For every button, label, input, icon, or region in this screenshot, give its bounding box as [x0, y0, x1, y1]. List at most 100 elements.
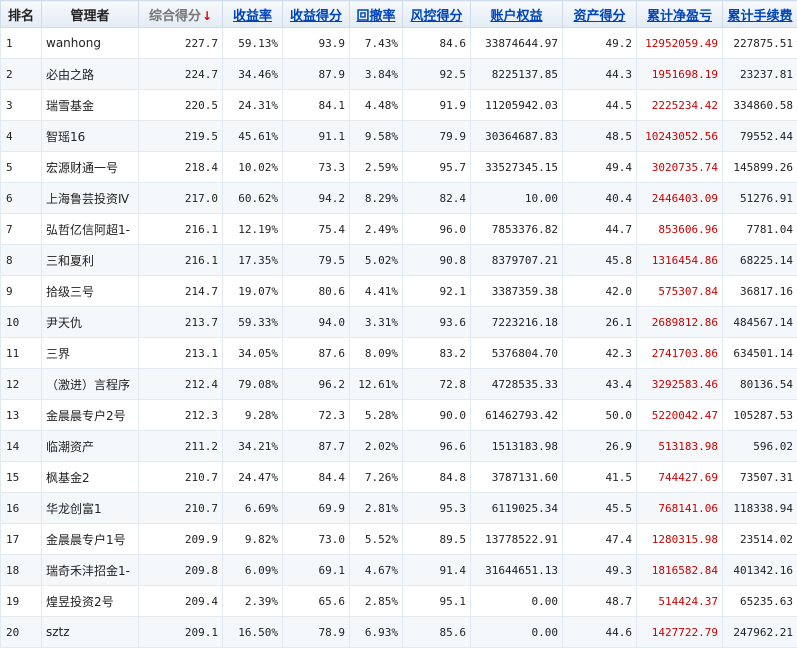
cell-return-rate: 17.35% — [223, 245, 283, 276]
cell-manager[interactable]: 三和夏利 — [42, 245, 139, 276]
cell-manager[interactable]: sztz — [42, 617, 139, 648]
table-row[interactable]: 1wanhong227.759.13%93.97.43%84.633874644… — [1, 28, 797, 59]
cell-score: 220.5 — [139, 90, 223, 121]
cell-manager[interactable]: 尹天仇 — [42, 307, 139, 338]
cell-score: 212.3 — [139, 400, 223, 431]
header-score-label[interactable]: 综合得分 — [149, 9, 201, 24]
header-cum-pnl-link[interactable]: 累计净盈亏 — [647, 9, 712, 24]
table-row[interactable]: 15枫基金2210.724.47%84.47.26%84.83787131.60… — [1, 462, 797, 493]
table-row[interactable]: 3瑞雪基金220.524.31%84.14.48%91.911205942.03… — [1, 90, 797, 121]
table-row[interactable]: 14临潮资产211.234.21%87.72.02%96.61513183.98… — [1, 431, 797, 462]
cell-score: 213.1 — [139, 338, 223, 369]
table-row[interactable]: 8三和夏利216.117.35%79.55.02%90.88379707.214… — [1, 245, 797, 276]
cell-manager[interactable]: 金晨晨专户2号 — [42, 400, 139, 431]
cell-rank: 10 — [1, 307, 42, 338]
table-row[interactable]: 11三界213.134.05%87.68.09%83.25376804.7042… — [1, 338, 797, 369]
cell-manager[interactable]: 宏源财通一号 — [42, 152, 139, 183]
header-asset-score-link[interactable]: 资产得分 — [573, 9, 625, 24]
table-row[interactable]: 20sztz209.116.50%78.96.93%85.60.0044.614… — [1, 617, 797, 648]
cell-cum-fee: 401342.16 — [723, 555, 797, 586]
cell-equity: 61462793.42 — [471, 400, 563, 431]
cell-cum-fee: 73507.31 — [723, 462, 797, 493]
header-cum-fee-sort[interactable]: 累计手续费 — [723, 1, 797, 28]
cell-asset-score: 45.8 — [563, 245, 637, 276]
cell-cum-fee: 484567.14 — [723, 307, 797, 338]
cell-risk-score: 96.0 — [403, 214, 471, 245]
header-asset-score-sort[interactable]: 资产得分 — [563, 1, 637, 28]
cell-cum-fee: 7781.04 — [723, 214, 797, 245]
header-risk-score-link[interactable]: 风控得分 — [410, 9, 462, 24]
cell-manager[interactable]: 三界 — [42, 338, 139, 369]
table-row[interactable]: 17金晨晨专户1号209.99.82%73.05.52%89.513778522… — [1, 524, 797, 555]
cell-drawdown: 2.49% — [350, 214, 403, 245]
cell-return-score: 73.0 — [283, 524, 350, 555]
cell-drawdown: 7.43% — [350, 28, 403, 59]
cell-manager[interactable]: 必由之路 — [42, 59, 139, 90]
header-equity-sort[interactable]: 账户权益 — [471, 1, 563, 28]
header-cum-fee-link[interactable]: 累计手续费 — [727, 9, 792, 24]
header-return-rate-link[interactable]: 收益率 — [233, 9, 272, 24]
cell-return-score: 69.1 — [283, 555, 350, 586]
cell-cum-pnl: 1280315.98 — [637, 524, 723, 555]
header-return-rate-sort[interactable]: 收益率 — [223, 1, 283, 28]
header-manager: 管理者 — [42, 1, 139, 28]
cell-asset-score: 49.3 — [563, 555, 637, 586]
table-row[interactable]: 16华龙创富1210.76.69%69.92.81%95.36119025.34… — [1, 493, 797, 524]
cell-equity: 30364687.83 — [471, 121, 563, 152]
header-return-score-link[interactable]: 收益得分 — [290, 9, 342, 24]
table-row[interactable]: 6上海鲁芸投资Ⅳ217.060.62%94.28.29%82.410.0040.… — [1, 183, 797, 214]
header-drawdown-sort[interactable]: 回撤率 — [350, 1, 403, 28]
cell-manager[interactable]: 煌昱投资2号 — [42, 586, 139, 617]
cell-cum-fee: 23237.81 — [723, 59, 797, 90]
table-row[interactable]: 2必由之路224.734.46%87.93.84%92.58225137.854… — [1, 59, 797, 90]
cell-return-rate: 16.50% — [223, 617, 283, 648]
header-drawdown-link[interactable]: 回撤率 — [356, 9, 395, 24]
sort-desc-arrow-icon: ↓ — [202, 9, 212, 23]
cell-risk-score: 83.2 — [403, 338, 471, 369]
cell-return-score: 75.4 — [283, 214, 350, 245]
table-row[interactable]: 10尹天仇213.759.33%94.03.31%93.67223216.182… — [1, 307, 797, 338]
cell-manager[interactable]: 拾级三号 — [42, 276, 139, 307]
cell-return-score: 87.7 — [283, 431, 350, 462]
cell-manager[interactable]: 瑞奇禾沣招金1- — [42, 555, 139, 586]
cell-asset-score: 41.5 — [563, 462, 637, 493]
cell-drawdown: 8.09% — [350, 338, 403, 369]
cell-manager[interactable]: 弘哲亿信阿超1- — [42, 214, 139, 245]
cell-manager[interactable]: 华龙创富1 — [42, 493, 139, 524]
header-cum-pnl-sort[interactable]: 累计净盈亏 — [637, 1, 723, 28]
table-row[interactable]: 4智瑶16219.545.61%91.19.58%79.930364687.83… — [1, 121, 797, 152]
table-row[interactable]: 18瑞奇禾沣招金1-209.86.09%69.14.67%91.43164465… — [1, 555, 797, 586]
table-row[interactable]: 19煌昱投资2号209.42.39%65.62.85%95.10.0048.75… — [1, 586, 797, 617]
cell-asset-score: 42.3 — [563, 338, 637, 369]
table-row[interactable]: 13金晨晨专户2号212.39.28%72.35.28%90.061462793… — [1, 400, 797, 431]
header-return-score-sort[interactable]: 收益得分 — [283, 1, 350, 28]
cell-return-score: 87.9 — [283, 59, 350, 90]
table-row[interactable]: 7弘哲亿信阿超1-216.112.19%75.42.49%96.07853376… — [1, 214, 797, 245]
header-risk-score-sort[interactable]: 风控得分 — [403, 1, 471, 28]
cell-drawdown: 12.61% — [350, 369, 403, 400]
cell-score: 216.1 — [139, 245, 223, 276]
cell-score: 218.4 — [139, 152, 223, 183]
cell-cum-fee: 105287.53 — [723, 400, 797, 431]
cell-rank: 12 — [1, 369, 42, 400]
table-row[interactable]: 12（激进）言程序212.479.08%96.212.61%72.8472853… — [1, 369, 797, 400]
cell-manager[interactable]: 上海鲁芸投资Ⅳ — [42, 183, 139, 214]
cell-asset-score: 49.4 — [563, 152, 637, 183]
header-score-sort[interactable]: 综合得分↓ — [139, 1, 223, 28]
cell-manager[interactable]: 瑞雪基金 — [42, 90, 139, 121]
cell-return-score: 94.2 — [283, 183, 350, 214]
cell-rank: 4 — [1, 121, 42, 152]
cell-manager[interactable]: wanhong — [42, 28, 139, 59]
cell-asset-score: 49.2 — [563, 28, 637, 59]
table-row[interactable]: 9拾级三号214.719.07%80.64.41%92.13387359.384… — [1, 276, 797, 307]
cell-score: 217.0 — [139, 183, 223, 214]
table-row[interactable]: 5宏源财通一号218.410.02%73.32.59%95.733527345.… — [1, 152, 797, 183]
cell-manager[interactable]: 枫基金2 — [42, 462, 139, 493]
cell-cum-pnl: 3292583.46 — [637, 369, 723, 400]
cell-cum-pnl: 1427722.79 — [637, 617, 723, 648]
cell-manager[interactable]: 临潮资产 — [42, 431, 139, 462]
header-equity-link[interactable]: 账户权益 — [490, 9, 542, 24]
cell-manager[interactable]: （激进）言程序 — [42, 369, 139, 400]
cell-manager[interactable]: 智瑶16 — [42, 121, 139, 152]
cell-manager[interactable]: 金晨晨专户1号 — [42, 524, 139, 555]
